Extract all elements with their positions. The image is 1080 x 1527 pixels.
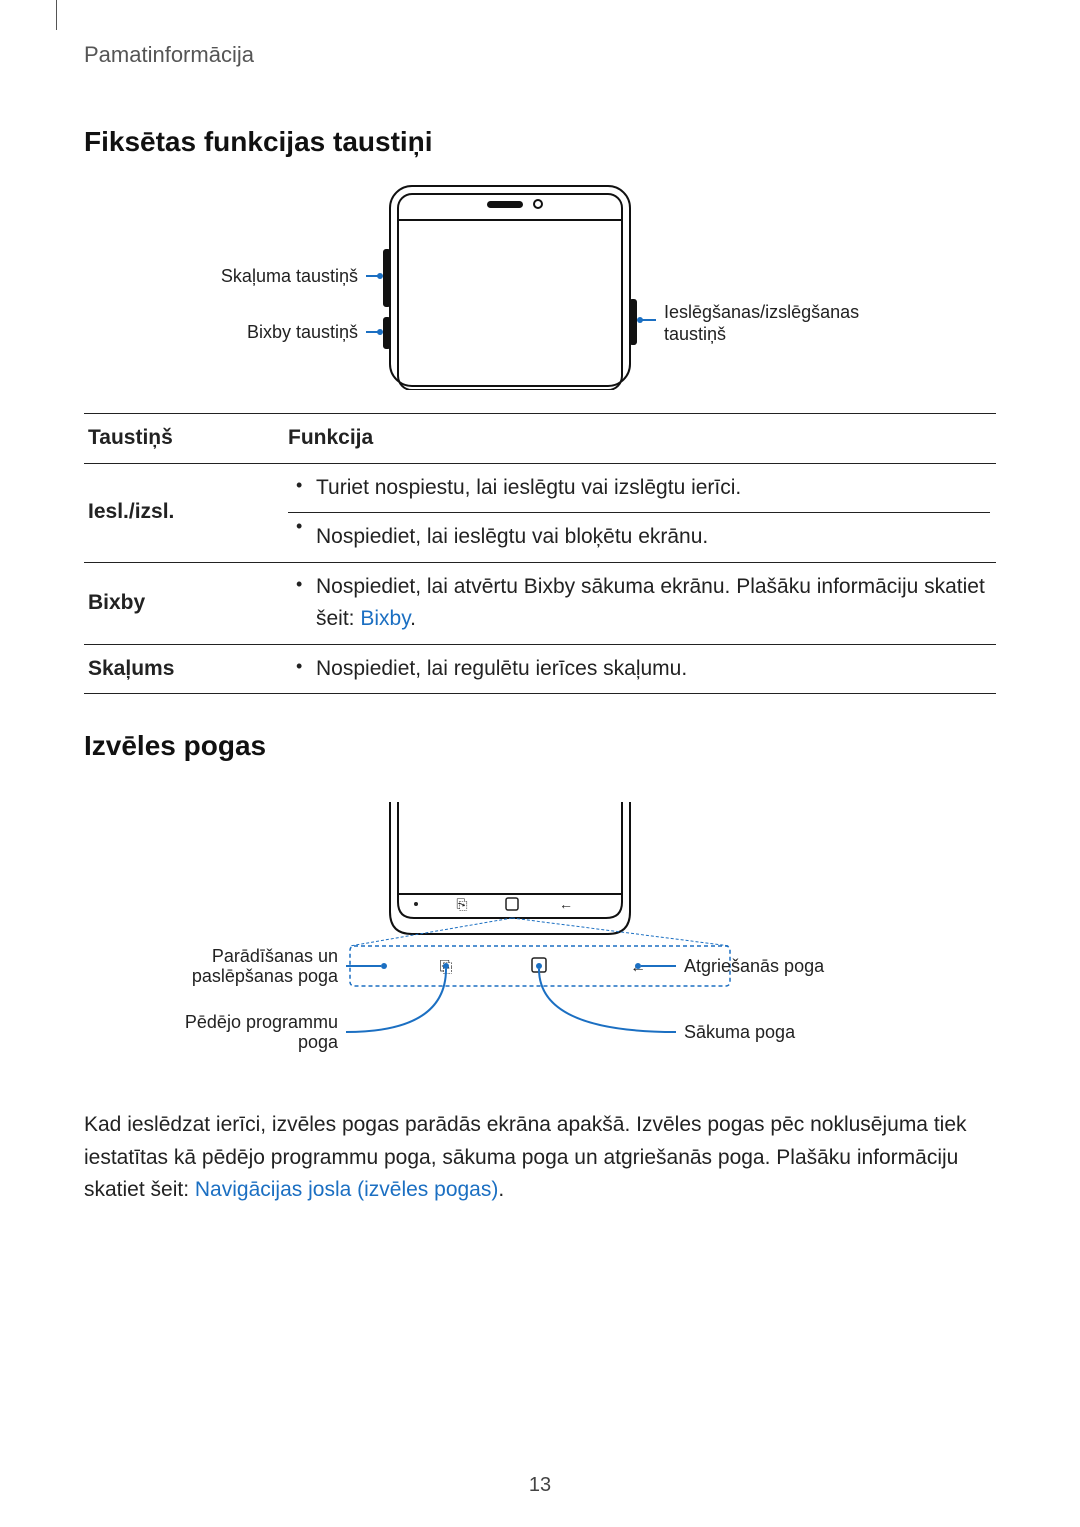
soft-keys-paragraph: Kad ieslēdzat ierīci, izvēles pogas parā…: [84, 1109, 996, 1207]
svg-text:poga: poga: [298, 1032, 339, 1052]
th-func: Funkcija: [284, 414, 996, 464]
svg-text:Atgriešanās poga: Atgriešanās poga: [684, 956, 825, 976]
row-bixby-key: Bixby: [84, 562, 284, 644]
svg-text:Pēdējo programmu: Pēdējo programmu: [185, 1012, 338, 1032]
keys-table: Taustiņš Funkcija Iesl./izsl. Turiet nos…: [84, 413, 996, 694]
heading-soft-keys: Izvēles pogas: [84, 730, 996, 762]
hard-keys-diagram: Skaļuma taustiņš Bixby taustiņš Ieslēgša…: [84, 180, 996, 390]
bixby-link[interactable]: Bixby: [360, 607, 410, 630]
row-volume-item: Nospiediet, lai regulētu ierīces skaļumu…: [288, 653, 990, 686]
row-power-key: Iesl./izsl.: [84, 463, 284, 562]
section-header: Pamatinformācija: [84, 42, 996, 68]
nav-bar-link[interactable]: Navigācijas josla (izvēles pogas): [195, 1178, 498, 1201]
label-volume-key: Skaļuma taustiņš: [221, 266, 358, 286]
svg-text:paslēpšanas poga: paslēpšanas poga: [192, 966, 339, 986]
row-volume-key: Skaļums: [84, 644, 284, 694]
label-power-key-l1: Ieslēgšanas/izslēgšanas: [664, 302, 859, 322]
label-power-key-l2: taustiņš: [664, 324, 726, 344]
row-power-item1: Turiet nospiestu, lai ieslēgtu vai izslē…: [288, 472, 990, 505]
th-key: Taustiņš: [84, 414, 284, 464]
svg-text:←: ←: [559, 896, 573, 912]
row-power-item2: Nospiediet, lai ieslēgtu vai bloķētu ekr…: [288, 512, 990, 554]
row-bixby-item: Nospiediet, lai atvērtu Bixby sākuma ekr…: [288, 571, 990, 636]
page-number: 13: [0, 1474, 1080, 1497]
svg-text:Parādīšanas un: Parādīšanas un: [212, 946, 338, 966]
svg-text:⎘: ⎘: [456, 896, 467, 912]
label-bixby-key: Bixby taustiņš: [247, 322, 358, 342]
svg-text:Sākuma poga: Sākuma poga: [684, 1022, 796, 1042]
margin-tick: [56, 0, 57, 30]
soft-keys-diagram: ⎘ ← ⎘ ← Parādīšanas un paslēpšanas poga …: [84, 802, 996, 1082]
heading-hard-keys: Fiksētas funkcijas taustiņi: [84, 126, 996, 158]
